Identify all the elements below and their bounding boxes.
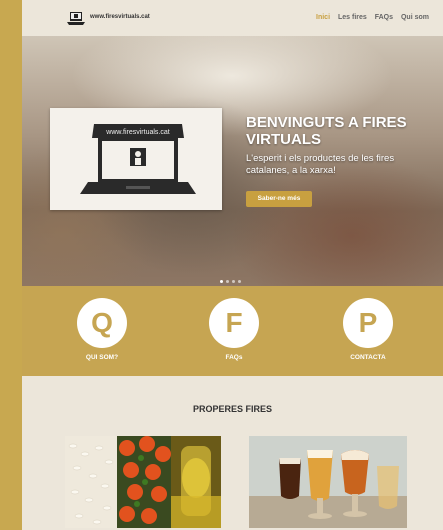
laptop-stall-logo-icon: www.firesvirtuals.cat [80,124,196,194]
contacta-circle-button[interactable]: P [343,298,393,348]
upcoming-fairs-heading: PROPERES FIRES [192,404,273,414]
qui-som-label[interactable]: QUI SOM? [62,354,142,361]
fair-thumbnail-food[interactable] [65,436,221,528]
fair-thumbnail-beer[interactable] [249,436,407,528]
nav-inici[interactable]: Inici [316,14,330,21]
slider-dot-2[interactable] [226,280,229,283]
logo-icon[interactable] [67,12,85,25]
saber-ne-mes-button[interactable]: Saber-ne més [246,191,312,207]
contacta-label[interactable]: CONTACTA [328,354,408,361]
hero-logo-card: www.firesvirtuals.cat [50,108,222,210]
logo-text[interactable]: www.firesvirtuals.cat [90,14,150,20]
nav-les-fires[interactable]: Les fires [338,14,367,21]
main-nav: Inici Les fires FAQs Qui som [310,14,429,21]
hero-banner: www.firesvirtuals.cat BENVINGUTS A FIRES… [22,36,443,286]
site-header: www.firesvirtuals.cat Inici Les fires FA… [22,0,443,36]
slider-dot-3[interactable] [232,280,235,283]
page: www.firesvirtuals.cat Inici Les fires FA… [22,0,443,530]
hero-title: BENVINGUTS A FIRES VIRTUALS [246,114,407,148]
hero-subtitle: L'esperit i els productes de les fires c… [246,153,395,176]
slider-dot-4[interactable] [238,280,241,283]
nav-qui-som[interactable]: Qui som [401,14,429,21]
food-photo-image [65,436,221,528]
nav-faqs[interactable]: FAQs [375,14,393,21]
feature-band: Q QUI SOM? F FAQs P CONTACTA [22,286,443,376]
beer-photo-image [249,436,407,528]
qui-som-circle-button[interactable]: Q [77,298,127,348]
slider-dot-1[interactable] [220,280,223,283]
hero-logo-url: www.firesvirtuals.cat [105,129,169,136]
faqs-circle-button[interactable]: F [209,298,259,348]
faqs-label[interactable]: FAQs [194,354,274,361]
